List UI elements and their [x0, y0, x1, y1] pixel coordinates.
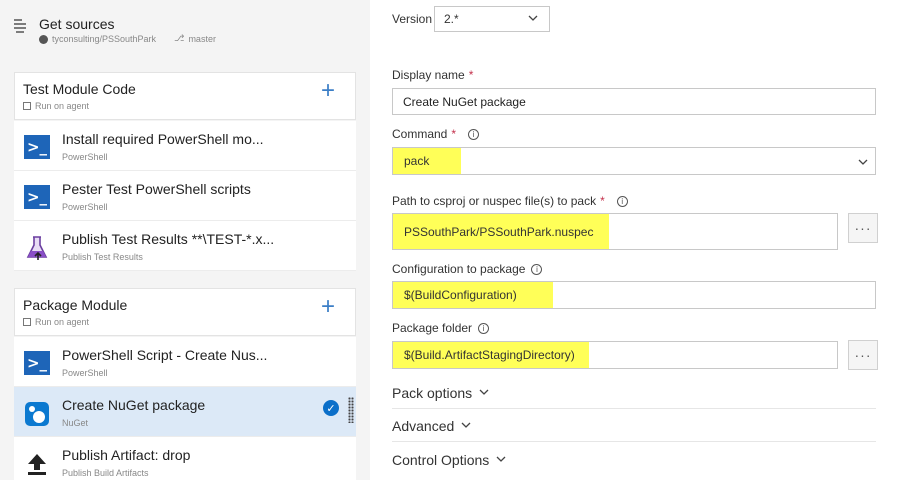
powershell-icon: >_ [24, 351, 50, 375]
browse-folder-button[interactable]: ··· [848, 340, 878, 370]
get-sources-title: Get sources [39, 16, 115, 32]
folder-field[interactable]: $(Build.ArtifactStagingDirectory) [392, 341, 838, 369]
powershell-icon: >_ [24, 185, 50, 209]
agent-icon [23, 318, 31, 326]
info-icon[interactable]: i [616, 195, 628, 207]
phase-title: Package Module [23, 297, 128, 313]
section-label: Pack options [392, 385, 473, 401]
task-subtitle: PowerShell [62, 202, 108, 212]
task-publish-test-results[interactable]: Publish Test Results **\TEST-*.x... Publ… [14, 221, 356, 271]
phase-subtitle-text: Run on agent [35, 101, 90, 111]
agent-icon [23, 102, 31, 110]
config-label: Configuration to package i [392, 262, 543, 276]
task-create-nuget-package[interactable]: Create NuGet package NuGet ✓ [14, 387, 356, 437]
task-title: Publish Artifact: drop [62, 447, 191, 463]
task-title: Pester Test PowerShell scripts [62, 181, 251, 197]
nuget-icon [24, 401, 50, 426]
phase-package-module[interactable]: Package Module Run on agent + [14, 288, 356, 336]
path-field[interactable]: PSSouthPark/PSSouthPark.nuspec [392, 213, 838, 250]
display-name-value: Create NuGet package [403, 94, 526, 109]
config-field[interactable]: $(BuildConfiguration) [392, 281, 876, 309]
get-sources-item[interactable]: Get sources tyconsulting/PSSouthPark ⎇ m… [0, 0, 370, 60]
path-label-text: Path to csproj or nuspec file(s) to pack [392, 194, 597, 208]
config-label-text: Configuration to package [392, 262, 526, 276]
github-icon [39, 34, 48, 44]
repo-info: tyconsulting/PSSouthPark ⎇ master [39, 34, 216, 44]
command-value: pack [393, 148, 461, 174]
required-mark: * [468, 68, 474, 82]
folder-value: $(Build.ArtifactStagingDirectory) [393, 342, 589, 368]
command-label-text: Command [392, 127, 448, 141]
version-label: Version [392, 12, 433, 26]
add-task-plus-icon[interactable]: + [321, 295, 335, 319]
task-title: PowerShell Script - Create Nus... [62, 347, 268, 363]
phase-title: Test Module Code [23, 81, 136, 97]
section-label: Advanced [392, 418, 455, 434]
browse-path-button[interactable]: ··· [848, 213, 878, 243]
display-name-field[interactable]: Create NuGet package [392, 88, 876, 115]
folder-label: Package folder i [392, 321, 490, 335]
display-name-label: Display name * [392, 68, 473, 82]
chevron-down-icon [460, 418, 472, 434]
upload-icon [24, 451, 50, 475]
add-task-plus-icon[interactable]: + [321, 79, 335, 103]
required-mark: * [600, 194, 605, 208]
chevron-down-icon [857, 155, 869, 173]
command-select[interactable]: pack [392, 147, 876, 175]
task-list-panel: Get sources tyconsulting/PSSouthPark ⎇ m… [0, 0, 370, 480]
config-value: $(BuildConfiguration) [393, 282, 553, 308]
phase-subtitle: Run on agent [23, 317, 89, 327]
path-value: PSSouthPark/PSSouthPark.nuspec [393, 214, 609, 249]
get-sources-icon [13, 18, 27, 39]
info-icon[interactable]: i [478, 322, 490, 334]
task-subtitle: NuGet [62, 418, 89, 428]
repo-name: tyconsulting/PSSouthPark [52, 34, 157, 44]
folder-label-text: Package folder [392, 321, 473, 335]
version-value: 2.* [444, 12, 459, 26]
task-title: Install required PowerShell mo... [62, 131, 264, 147]
path-label: Path to csproj or nuspec file(s) to pack… [392, 194, 628, 208]
phase-subtitle: Run on agent [23, 101, 89, 111]
divider [392, 408, 876, 409]
enabled-check-icon[interactable]: ✓ [323, 400, 339, 416]
task-install-modules[interactable]: >_ Install required PowerShell mo... Pow… [14, 121, 356, 171]
task-title: Create NuGet package [62, 397, 206, 413]
chevron-down-icon [495, 452, 507, 468]
phase-subtitle-text: Run on agent [35, 317, 90, 327]
branch-icon: ⎇ [174, 34, 185, 44]
section-advanced[interactable]: Advanced [392, 418, 876, 434]
task-subtitle: PowerShell [62, 368, 108, 378]
branch-name: master [188, 34, 216, 44]
task-subtitle: Publish Test Results [62, 252, 143, 262]
task-subtitle: PowerShell [62, 152, 108, 162]
task-publish-artifact[interactable]: Publish Artifact: drop Publish Build Art… [14, 437, 356, 480]
info-icon[interactable]: i [531, 263, 543, 275]
task-details-panel: Version 2.* Display name * Create NuGet … [370, 0, 900, 480]
chevron-down-icon [478, 385, 490, 401]
version-select[interactable]: 2.* [434, 6, 550, 32]
powershell-icon: >_ [24, 135, 50, 159]
task-title: Publish Test Results **\TEST-*.x... [62, 231, 275, 247]
required-mark: * [451, 127, 457, 141]
display-name-label-text: Display name [392, 68, 465, 82]
task-create-nuspec[interactable]: >_ PowerShell Script - Create Nus... Pow… [14, 337, 356, 387]
flask-icon [24, 235, 50, 260]
section-label: Control Options [392, 452, 490, 468]
chevron-down-icon [527, 12, 539, 27]
command-label: Command * i [392, 127, 480, 141]
section-control-options[interactable]: Control Options [392, 452, 876, 468]
section-pack-options[interactable]: Pack options [392, 385, 876, 401]
task-subtitle: Publish Build Artifacts [62, 468, 149, 478]
phase-test-module-code[interactable]: Test Module Code Run on agent + [14, 72, 356, 120]
task-pester-test[interactable]: >_ Pester Test PowerShell scripts PowerS… [14, 171, 356, 221]
drag-handle-icon[interactable] [348, 397, 354, 423]
info-icon[interactable]: i [468, 128, 480, 140]
divider [392, 441, 876, 442]
